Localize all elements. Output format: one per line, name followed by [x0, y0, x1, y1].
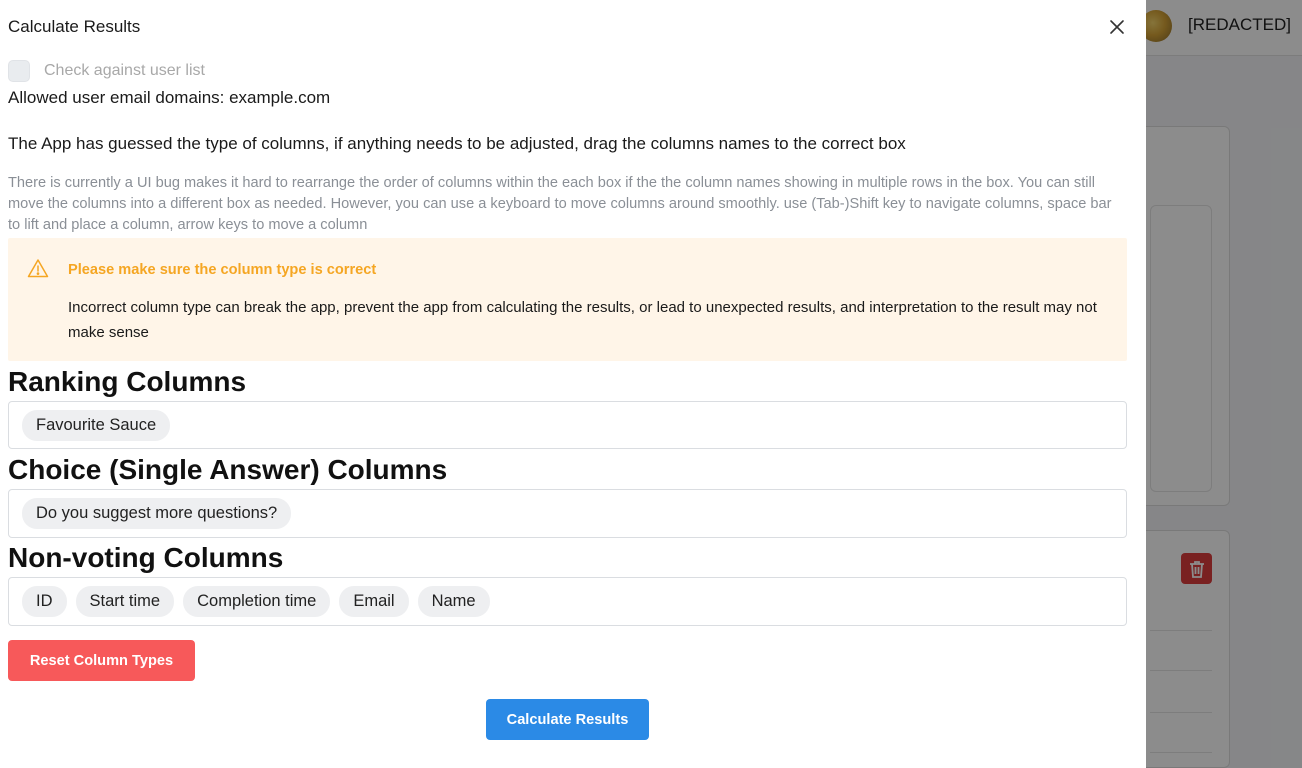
ui-bug-notice: There is currently a UI bug makes it har…: [8, 175, 1112, 233]
choice-columns-heading: Choice (Single Answer) Columns: [8, 454, 448, 485]
close-icon[interactable]: [1104, 14, 1130, 40]
allowed-domains-text: Allowed user email domains: example.com: [8, 88, 331, 107]
nonvoting-columns-heading: Non-voting Columns: [8, 542, 284, 573]
reset-column-types-button[interactable]: Reset Column Types: [8, 640, 195, 681]
check-against-user-list-checkbox[interactable]: [8, 60, 30, 82]
warning-icon: [27, 258, 49, 278]
column-chip[interactable]: Favourite Sauce: [22, 409, 171, 441]
nonvoting-columns-dropzone[interactable]: ID Start time Completion time Email Name: [8, 577, 1127, 626]
calculate-results-button[interactable]: Calculate Results: [486, 699, 649, 740]
ranking-columns-dropzone[interactable]: Favourite Sauce: [8, 401, 1127, 449]
column-chip[interactable]: Start time: [75, 586, 175, 617]
column-chip[interactable]: Completion time: [183, 586, 331, 617]
column-guess-instructions: The App has guessed the type of columns,…: [8, 134, 906, 153]
warning-title: Please make sure the column type is corr…: [68, 262, 377, 278]
column-chip[interactable]: Do you suggest more questions?: [22, 498, 292, 529]
calculate-results-drawer: Calculate Results Check against user lis…: [0, 0, 1146, 768]
column-chip[interactable]: ID: [22, 586, 67, 617]
column-chip[interactable]: Email: [339, 586, 409, 617]
check-against-user-list: Check against user list: [8, 60, 205, 82]
ranking-columns-heading: Ranking Columns: [8, 366, 247, 397]
warning-alert: Please make sure the column type is corr…: [8, 238, 1127, 361]
warning-body: Incorrect column type can break the app,…: [68, 299, 1097, 341]
choice-columns-dropzone[interactable]: Do you suggest more questions?: [8, 489, 1127, 538]
drawer-title: Calculate Results: [8, 17, 141, 36]
column-chip[interactable]: Name: [417, 586, 490, 617]
check-against-user-list-label: Check against user list: [44, 62, 205, 79]
